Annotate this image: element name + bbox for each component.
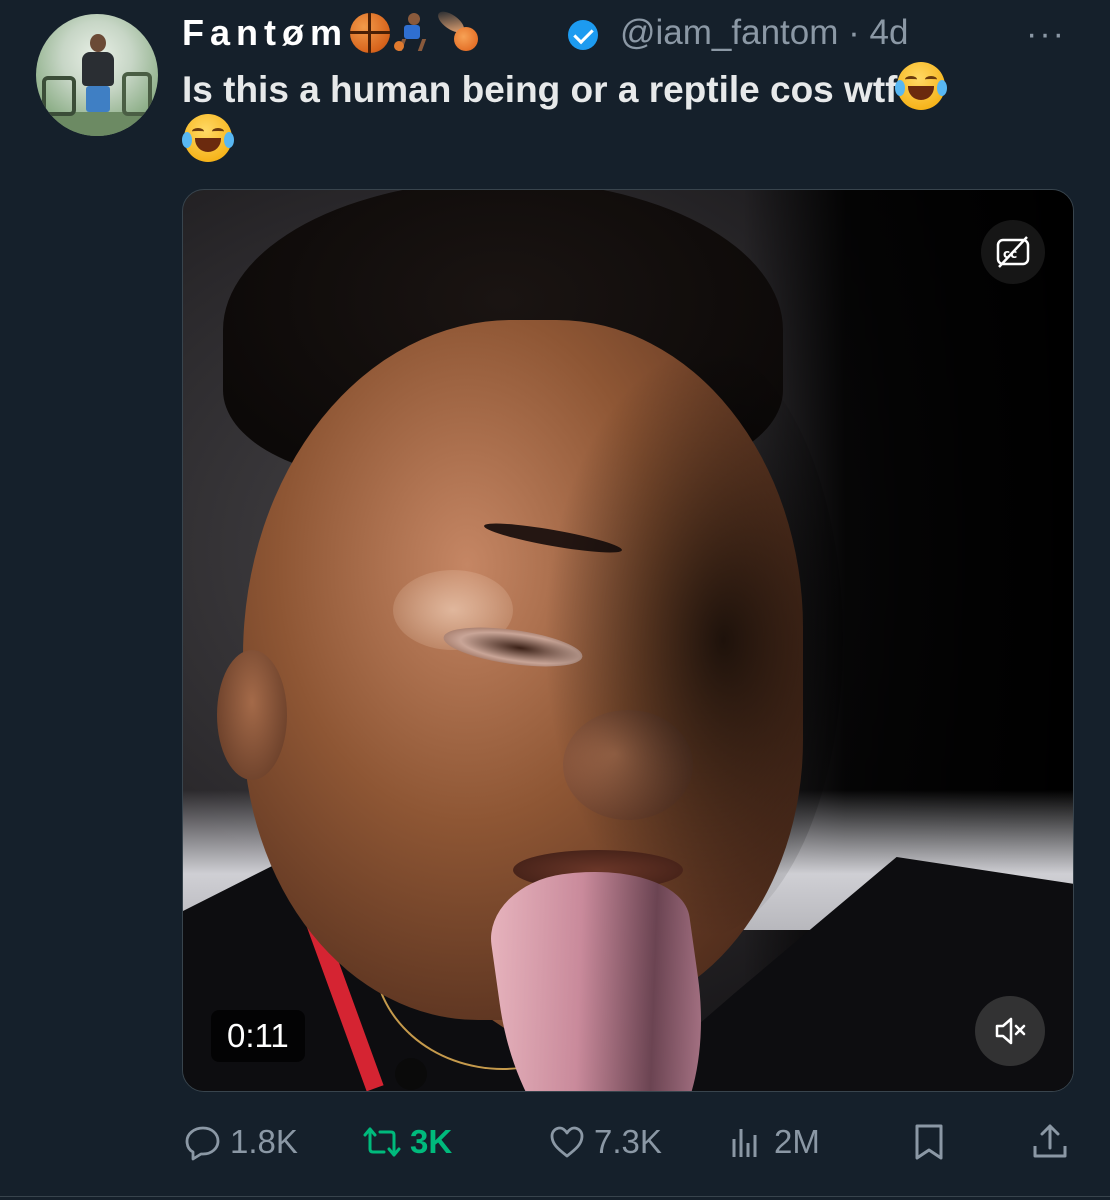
more-options-icon[interactable]: ··· <box>1026 14 1066 54</box>
avatar-person-legs <box>86 86 110 112</box>
share-icon <box>1033 1124 1067 1158</box>
avatar-gym-machine <box>122 72 152 116</box>
player-head <box>408 13 420 25</box>
views-icon <box>732 1129 757 1157</box>
basketball-comet-emoji <box>434 7 480 53</box>
handle[interactable]: @iam_fantom <box>620 13 838 52</box>
person-bouncing-ball-emoji <box>392 13 432 53</box>
heart-icon <box>550 1126 584 1158</box>
video-frame <box>183 190 1073 1091</box>
retweet-count: 3K <box>410 1123 453 1160</box>
player-body <box>404 25 420 39</box>
ear <box>217 650 287 780</box>
tear <box>224 132 234 148</box>
tweet-header: Fantøm <box>182 7 480 56</box>
mouth <box>195 138 221 152</box>
player-ball <box>394 41 404 51</box>
handle-and-time: @iam_fantom · 4d <box>620 10 908 56</box>
tear <box>182 132 192 148</box>
mouth <box>908 86 935 100</box>
basketball-emoji <box>350 13 390 53</box>
tweet-text: Is this a human being or a reptile cos w… <box>182 62 1072 115</box>
comet-ball <box>454 27 478 51</box>
cc-off-icon: cc <box>996 236 1030 268</box>
mute-button[interactable] <box>975 996 1045 1066</box>
eye <box>212 128 224 135</box>
separator: · <box>848 13 860 52</box>
tear <box>895 80 906 96</box>
tweet: Fantøm @iam_fantom · 4d ··· Is this a hu… <box>0 0 1110 1200</box>
avatar-gym-machine <box>42 76 76 116</box>
face-with-tears-of-joy-emoji <box>895 62 948 110</box>
tweet-actions: 1.8K 3K 7.3K 2M <box>0 1112 1110 1172</box>
reply-count: 1.8K <box>230 1123 298 1160</box>
captions-button[interactable]: cc <box>981 220 1045 284</box>
avatar-person-body <box>82 52 114 86</box>
timestamp[interactable]: 4d <box>870 13 909 52</box>
views-button[interactable]: 2M <box>728 1112 820 1172</box>
speaker-muted-icon <box>995 1017 1026 1045</box>
video-duration-badge: 0:11 <box>211 1010 305 1062</box>
tear <box>937 80 948 96</box>
retweet-button[interactable]: 3K <box>362 1112 452 1172</box>
display-name[interactable]: Fantøm <box>182 12 348 54</box>
verified-badge-icon[interactable] <box>568 20 598 50</box>
video-player[interactable]: cc 0:11 <box>182 189 1074 1092</box>
eye <box>905 76 918 83</box>
avatar[interactable] <box>36 14 158 136</box>
bookmark-icon <box>915 1124 943 1160</box>
eye <box>925 76 938 83</box>
views-count: 2M <box>774 1123 820 1160</box>
avatar-person-head <box>90 34 106 52</box>
eye <box>192 128 204 135</box>
tweet-divider <box>0 1196 1110 1197</box>
reply-icon <box>185 1126 220 1161</box>
tweet-text-body: Is this a human being or a reptile cos w… <box>182 69 898 110</box>
retweet-icon <box>363 1127 401 1157</box>
like-button[interactable]: 7.3K <box>548 1112 662 1172</box>
necklace-pendant <box>395 1058 427 1090</box>
reply-button[interactable]: 1.8K <box>184 1112 298 1172</box>
share-button[interactable] <box>1030 1112 1070 1172</box>
like-count: 7.3K <box>594 1123 662 1160</box>
bookmark-button[interactable] <box>910 1112 948 1172</box>
face-with-tears-of-joy-emoji <box>182 114 234 162</box>
